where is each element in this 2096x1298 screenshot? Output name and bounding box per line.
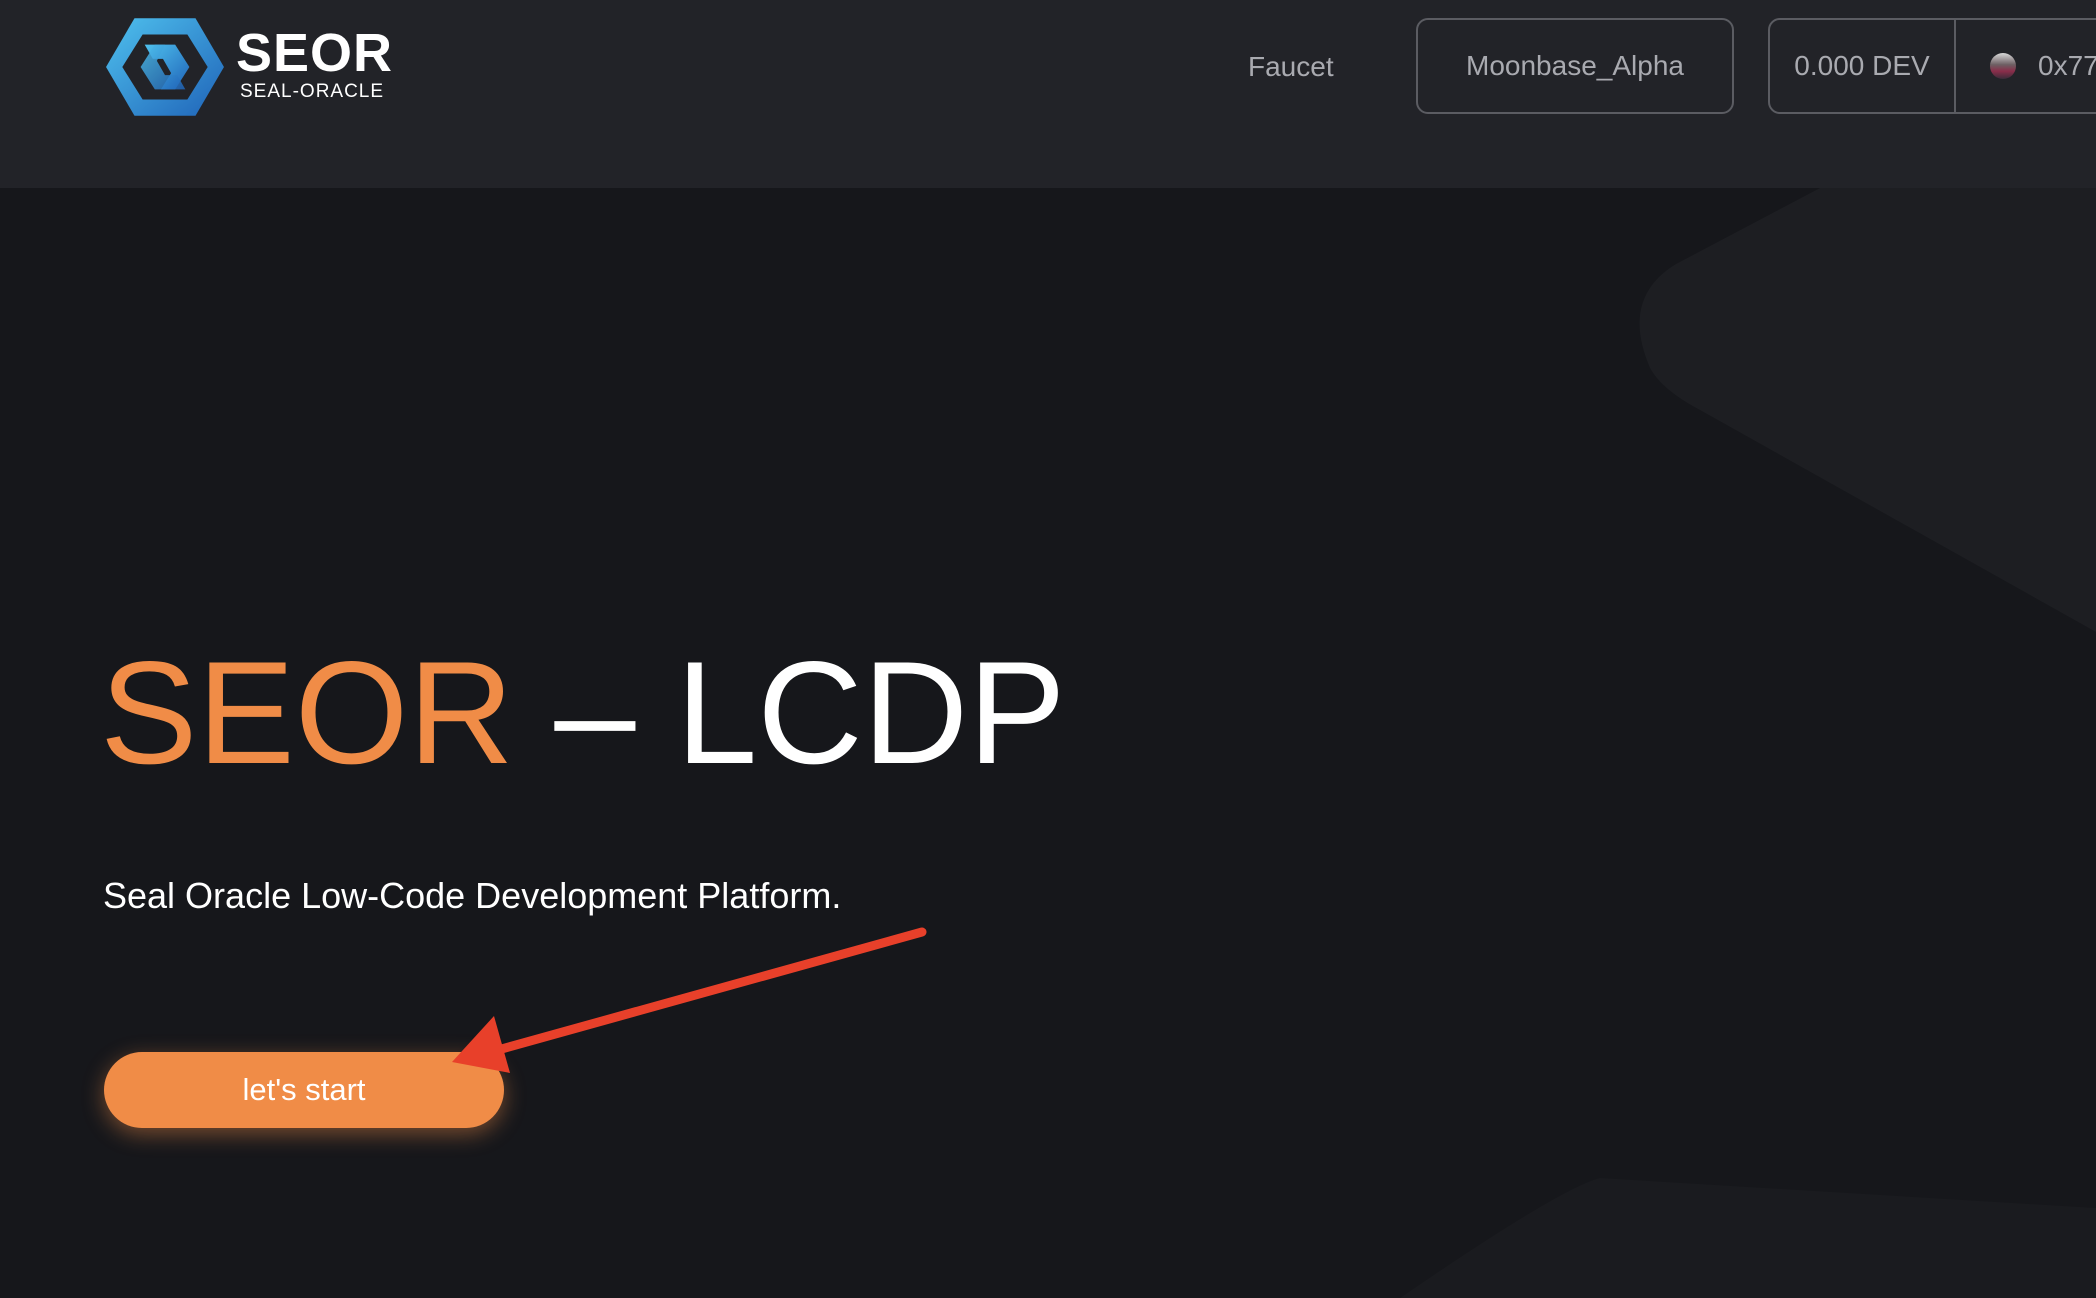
wallet-group: 0.000 DEV 0x77: [1768, 18, 2096, 114]
network-label: Moonbase_Alpha: [1466, 50, 1684, 81]
brand-subtitle: SEAL-ORACLE: [240, 81, 385, 102]
lets-start-button[interactable]: let's start: [104, 1052, 504, 1128]
lets-start-label: let's start: [242, 1072, 366, 1107]
account-address: 0x77: [2038, 50, 2096, 81]
balance-button[interactable]: 0.000 DEV: [1770, 20, 1956, 112]
network-selector-button[interactable]: Moonbase_Alpha: [1416, 18, 1734, 114]
balance-label: 0.000 DEV: [1794, 50, 1930, 81]
avatar-icon: [1990, 53, 2016, 79]
brand-name[interactable]: SEOR: [236, 26, 393, 80]
hero-subtitle: Seal Oracle Low-Code Development Platfor…: [103, 875, 842, 916]
hero-title-rest: – LCDP: [513, 631, 1066, 794]
hero-title-accent: SEOR: [100, 631, 514, 794]
account-button[interactable]: 0x77: [1956, 20, 2096, 112]
top-navbar: SEOR SEAL-ORACLE Faucet Moonbase_Alpha 0…: [0, 0, 2096, 188]
seor-logo-icon[interactable]: [104, 14, 226, 120]
nav-link-faucet[interactable]: Faucet: [1248, 50, 1334, 84]
hero-title: SEOR – LCDP: [100, 640, 1066, 786]
page: SEOR SEAL-ORACLE Faucet Moonbase_Alpha 0…: [0, 0, 2096, 1298]
